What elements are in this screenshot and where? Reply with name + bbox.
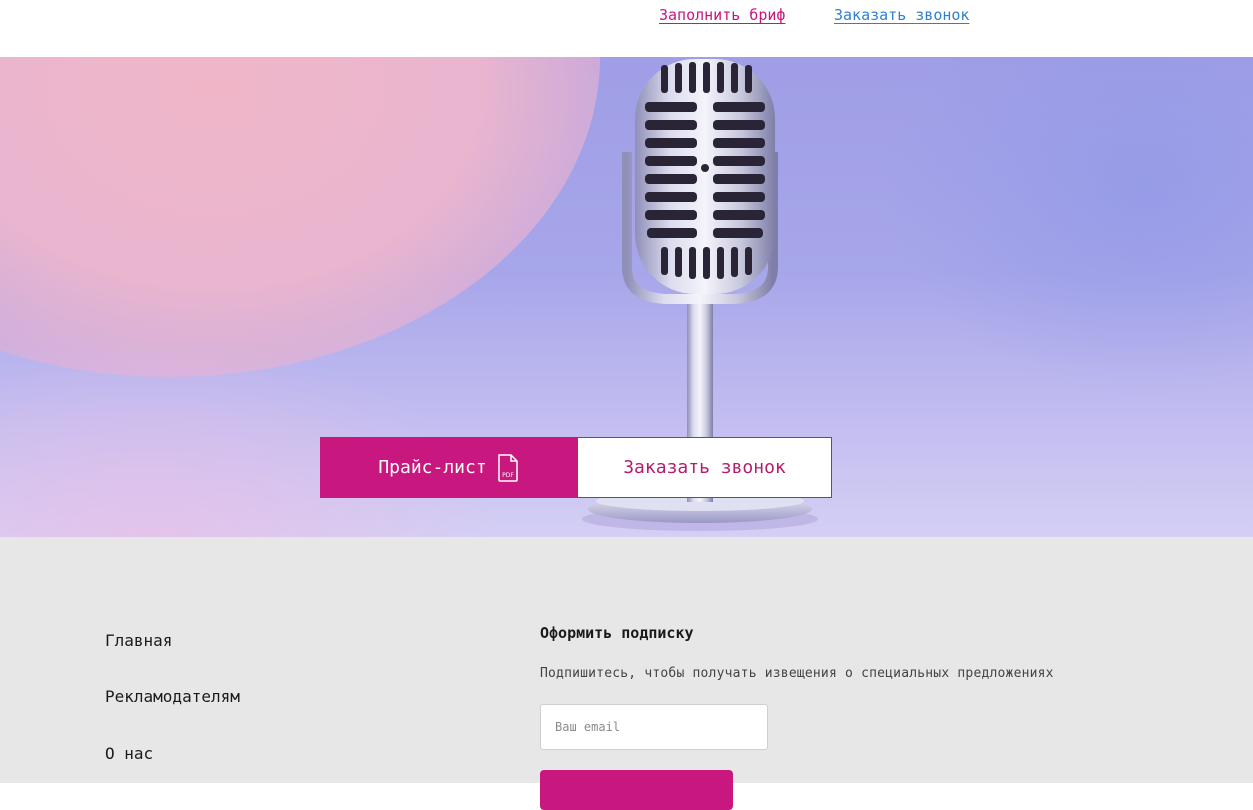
order-call-link[interactable]: Заказать звонок xyxy=(834,6,969,24)
hero-pink-glow xyxy=(0,57,600,377)
hero-blue-glow xyxy=(883,57,1253,397)
footer: Главная Рекламодателям О нас Оформить по… xyxy=(0,537,1253,810)
subscribe-description: Подпишитесь, чтобы получать извещения о … xyxy=(540,666,1054,681)
fill-brief-link[interactable]: Заполнить бриф xyxy=(659,6,785,24)
footer-nav-about[interactable]: О нас xyxy=(105,744,153,763)
pdf-badge: PDF xyxy=(502,472,514,479)
subscribe-title: Оформить подписку xyxy=(540,624,694,642)
footer-nav-advertisers[interactable]: Рекламодателям xyxy=(105,687,240,706)
order-call-label: Заказать звонок xyxy=(623,457,786,478)
subscribe-button[interactable] xyxy=(540,770,733,810)
hero-banner: Прайс-лист PDF Заказать звонок xyxy=(0,57,1253,537)
price-list-button[interactable]: Прайс-лист PDF xyxy=(320,437,577,498)
order-call-button[interactable]: Заказать звонок xyxy=(577,437,832,498)
email-field[interactable] xyxy=(540,704,768,750)
top-bar: Заполнить бриф Заказать звонок xyxy=(0,0,1253,57)
price-list-label: Прайс-лист xyxy=(378,457,487,478)
footer-nav-home[interactable]: Главная xyxy=(105,631,172,650)
pdf-file-icon: PDF xyxy=(497,453,518,482)
